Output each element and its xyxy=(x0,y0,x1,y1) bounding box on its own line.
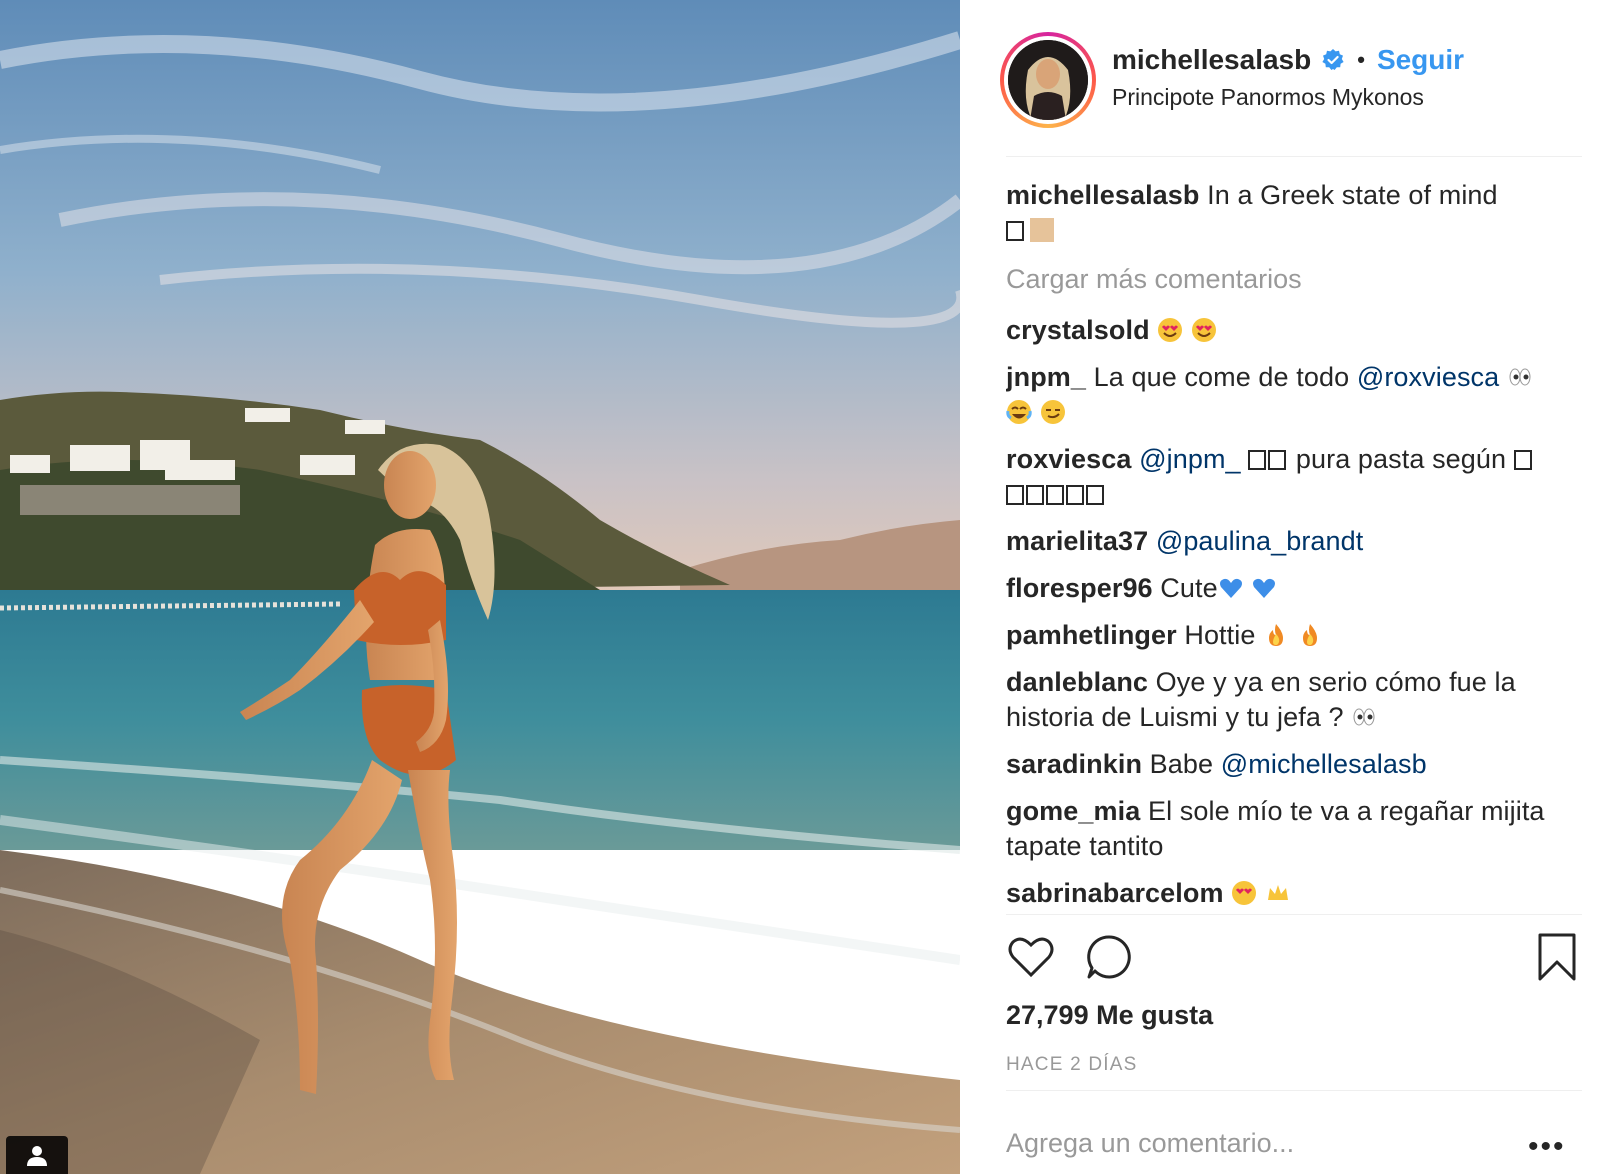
mention-link[interactable]: @paulina_brandt xyxy=(1156,526,1364,556)
fire-emoji-icon xyxy=(1269,624,1284,646)
caption-username[interactable]: michellesalasb xyxy=(1006,180,1200,210)
comment-username[interactable]: danleblanc xyxy=(1006,667,1148,697)
follow-button[interactable]: Seguir xyxy=(1377,44,1464,76)
avatar-image xyxy=(1008,40,1088,120)
comment-item: gome_mia El sole mío te va a regañar mij… xyxy=(1006,794,1586,864)
missing-glyph-icon xyxy=(1006,221,1024,241)
location-link[interactable]: Principote Panormos Mykonos xyxy=(1112,84,1424,111)
mention-link[interactable]: @michellesalasb xyxy=(1221,749,1427,779)
caption-text: In a Greek state of mind xyxy=(1207,180,1498,210)
comment-item: saradinkin Babe @michellesalasb xyxy=(1006,747,1586,782)
missing-glyph-icon xyxy=(1248,450,1267,470)
comment-text: Cute xyxy=(1160,573,1218,603)
blue-heart-emoji-icon xyxy=(1219,578,1242,598)
comment-item: pamhetlinger Hottie xyxy=(1006,618,1586,653)
action-bar xyxy=(1006,932,1582,992)
user-tag-icon xyxy=(27,1146,47,1166)
bookmark-icon[interactable] xyxy=(1532,932,1582,982)
add-comment-input[interactable]: Agrega un comentario... xyxy=(1006,1128,1294,1159)
comment-item: danleblanc Oye y ya en serio cómo fue la… xyxy=(1006,665,1586,735)
comments-list[interactable]: michellesalasb In a Greek state of mind … xyxy=(1006,178,1586,914)
comment-username[interactable]: saradinkin xyxy=(1006,749,1142,779)
heart-icon[interactable] xyxy=(1006,932,1056,982)
comment-item: marielita37 @paulina_brandt xyxy=(1006,524,1586,559)
eyes-emoji-icon xyxy=(1509,368,1531,386)
smirk-emoji-icon xyxy=(1040,400,1065,424)
avatar-gap xyxy=(1004,36,1092,124)
post-side-panel: michellesalasb • Seguir Principote Panor… xyxy=(960,0,1608,1174)
beach-photo-image xyxy=(0,0,960,1174)
heart-eyes-emoji-icon xyxy=(1232,881,1257,905)
comment-username[interactable]: jnpm_ xyxy=(1006,362,1086,392)
divider xyxy=(1006,1090,1582,1091)
crown-emoji-icon xyxy=(1267,885,1288,900)
comment-item: roxviesca @jnpm_ pura pasta según xyxy=(1006,442,1586,512)
divider xyxy=(1006,156,1582,157)
missing-glyph-icon xyxy=(1006,485,1024,505)
caption: michellesalasb In a Greek state of mind xyxy=(1006,178,1586,248)
comment-username[interactable]: pamhetlinger xyxy=(1006,620,1177,650)
heart-eyes-emoji-icon xyxy=(1191,318,1216,342)
user-tag-button[interactable] xyxy=(6,1136,68,1174)
mention-link[interactable]: @jnpm_ xyxy=(1139,444,1241,474)
like-count[interactable]: 27,799 Me gusta xyxy=(1006,1000,1213,1031)
comment-username[interactable]: roxviesca xyxy=(1006,444,1132,474)
comment-username[interactable]: sabrinabarcelom xyxy=(1006,878,1224,908)
avatar xyxy=(1008,40,1088,120)
comment-username[interactable]: marielita37 xyxy=(1006,526,1148,556)
eyes-emoji-icon xyxy=(1353,708,1375,726)
heart-eyes-emoji-icon xyxy=(1158,318,1183,342)
skin-tone-emoji-icon xyxy=(1030,218,1054,242)
comment-text: La que come de todo xyxy=(1093,362,1350,392)
separator-dot: • xyxy=(1357,47,1365,72)
missing-glyph-icon xyxy=(1046,485,1064,505)
fire-emoji-icon xyxy=(1302,624,1317,646)
joy-emoji-icon xyxy=(1006,400,1032,424)
load-more-comments-button[interactable]: Cargar más comentarios xyxy=(1006,264,1586,295)
comment-item: floresper96 Cute xyxy=(1006,571,1586,606)
divider xyxy=(1006,914,1582,915)
post-timestamp[interactable]: HACE 2 DÍAS xyxy=(1006,1054,1137,1076)
missing-glyph-icon xyxy=(1026,485,1044,505)
more-options-button[interactable]: ••• xyxy=(1528,1130,1566,1164)
comment-item: jnpm_ La que come de todo @roxviesca xyxy=(1006,360,1586,430)
story-avatar-ring[interactable] xyxy=(1000,32,1096,128)
verified-badge-icon xyxy=(1322,49,1344,70)
mention-link[interactable]: @roxviesca xyxy=(1357,362,1499,392)
comment-item: crystalsold xyxy=(1006,313,1586,348)
post-photo[interactable] xyxy=(0,0,960,1174)
blue-heart-emoji-icon xyxy=(1253,578,1276,598)
missing-glyph-icon xyxy=(1268,450,1287,470)
comment-text: pura pasta según xyxy=(1295,444,1507,474)
comment-item: sabrinabarcelom xyxy=(1006,876,1586,911)
post-header-user-line: michellesalasb • Seguir xyxy=(1112,44,1464,76)
comment-text: Babe xyxy=(1149,749,1214,779)
missing-glyph-icon xyxy=(1066,485,1084,505)
speech-bubble-icon[interactable] xyxy=(1084,932,1134,982)
missing-glyph-icon xyxy=(1086,485,1104,505)
missing-glyph-icon xyxy=(1513,450,1532,470)
username-link[interactable]: michellesalasb xyxy=(1112,44,1311,76)
comment-username[interactable]: floresper96 xyxy=(1006,573,1153,603)
comment-username[interactable]: crystalsold xyxy=(1006,315,1150,345)
comment-username[interactable]: gome_mia xyxy=(1006,796,1140,826)
comment-text: Hottie xyxy=(1184,620,1256,650)
